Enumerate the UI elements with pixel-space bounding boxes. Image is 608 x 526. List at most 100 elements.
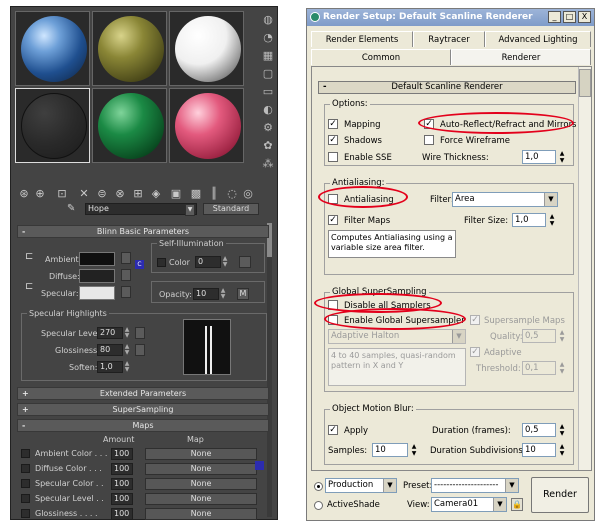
lock-icon[interactable] [255, 461, 264, 470]
sample-type-icon[interactable]: ◍ [261, 13, 275, 27]
scrollbar-track[interactable] [578, 67, 591, 470]
map-slot-button[interactable]: None [145, 478, 257, 490]
map-amount[interactable]: 100 [111, 508, 133, 520]
copy-material-icon[interactable]: ⊜ [95, 187, 109, 201]
spinner-icon[interactable]: ▲ ▼ [558, 423, 566, 437]
put-to-scene-icon[interactable]: ⊕ [33, 187, 47, 201]
chevron-down-icon[interactable]: ▼ [185, 204, 195, 216]
render-button[interactable]: Render [531, 477, 589, 513]
diffuse-map-button[interactable] [121, 269, 131, 281]
spinner-icon[interactable]: ▲ ▼ [558, 329, 566, 343]
options-icon[interactable]: ⚙ [261, 121, 275, 135]
glossiness-value[interactable]: 80 [97, 344, 123, 356]
ambient-swatch[interactable] [79, 252, 115, 266]
threshold-input[interactable]: 0,1 [522, 361, 556, 375]
maximize-button[interactable]: □ [563, 11, 576, 23]
material-slot-1[interactable] [15, 11, 90, 86]
wire-thickness-input[interactable]: 1,0 [522, 150, 556, 164]
material-slot-4[interactable] [15, 88, 90, 163]
map-enable-checkbox[interactable] [21, 449, 30, 458]
rollout-maps[interactable]: - Maps [17, 419, 269, 432]
map-amount[interactable]: 100 [111, 448, 133, 460]
duration-subdivisions-input[interactable]: 10 [522, 443, 556, 457]
lock-icon[interactable]: ⊏ [25, 281, 33, 292]
spinner-icon[interactable]: ▲ ▼ [124, 327, 130, 339]
apply-checkbox[interactable]: ✓ [328, 425, 338, 435]
go-to-parent-icon[interactable]: ║ [207, 187, 221, 201]
map-amount[interactable]: 100 [111, 478, 133, 490]
tab-common[interactable]: Common [311, 49, 451, 65]
spinner-icon[interactable]: ▲ ▼ [558, 443, 566, 457]
video-color-icon[interactable]: ▭ [261, 85, 275, 99]
backlight-icon[interactable]: ◔ [261, 31, 275, 45]
spinner-icon[interactable]: ▲ ▼ [548, 213, 556, 227]
show-end-result-icon[interactable]: ▩ [189, 187, 203, 201]
rollout-supersampling[interactable]: + SuperSampling [17, 403, 269, 416]
material-slot-6[interactable] [169, 88, 244, 163]
specular-level-map-button[interactable] [135, 327, 145, 339]
production-dropdown[interactable]: Production ▼ [325, 478, 397, 493]
specular-map-button[interactable] [121, 286, 131, 298]
chevron-down-icon[interactable]: ▼ [544, 193, 557, 206]
background-icon[interactable]: ▦ [261, 49, 275, 63]
eyedropper-icon[interactable]: ✎ [67, 203, 75, 214]
rollout-blinn-basic[interactable]: - Blinn Basic Parameters [17, 225, 269, 238]
specular-level-value[interactable]: 270 [97, 327, 123, 339]
tab-renderer[interactable]: Renderer [451, 49, 591, 65]
material-navigator-icon[interactable]: ⁂ [261, 157, 275, 171]
spinner-icon[interactable]: ▲ ▼ [410, 443, 418, 457]
pick-material-icon[interactable]: ◎ [241, 187, 255, 201]
rollout-extended[interactable]: + Extended Parameters [17, 387, 269, 400]
shadows-checkbox[interactable]: ✓ [328, 135, 338, 145]
filter-dropdown[interactable]: Area ▼ [452, 192, 558, 207]
force-wireframe-checkbox[interactable] [424, 135, 434, 145]
spinner-icon[interactable]: ▲ ▼ [124, 361, 130, 373]
ambient-map-button[interactable] [121, 252, 131, 264]
assign-material-icon[interactable]: ⊡ [55, 187, 69, 201]
mapping-checkbox[interactable]: ✓ [328, 119, 338, 129]
spinner-icon[interactable]: ▲ ▼ [124, 344, 130, 356]
spinner-icon[interactable]: ▲ ▼ [220, 288, 226, 300]
map-amount[interactable]: 100 [111, 463, 133, 475]
spinner-icon[interactable]: ▲ ▼ [558, 361, 566, 375]
select-by-material-icon[interactable]: ✿ [261, 139, 275, 153]
filter-maps-checkbox[interactable]: ✓ [328, 215, 338, 225]
supersample-maps-checkbox[interactable]: ✓ [470, 315, 480, 325]
lock-color-icon[interactable]: C [135, 260, 144, 269]
map-slot-button[interactable]: None [145, 493, 257, 505]
soften-value[interactable]: 1,0 [97, 361, 123, 373]
production-radio[interactable] [314, 482, 323, 491]
material-slot-3[interactable] [169, 11, 244, 86]
chevron-down-icon[interactable]: ▼ [452, 330, 465, 343]
go-forward-icon[interactable]: ◌ [225, 187, 239, 201]
map-slot-button[interactable]: None [145, 463, 257, 475]
map-enable-checkbox[interactable] [21, 509, 30, 518]
map-enable-checkbox[interactable] [21, 494, 30, 503]
diffuse-swatch[interactable] [79, 269, 115, 283]
chevron-down-icon[interactable]: ▼ [383, 479, 396, 492]
enable-sse-checkbox[interactable] [328, 152, 338, 162]
delete-icon[interactable]: ✕ [77, 187, 91, 201]
put-to-library-icon[interactable]: ⊞ [131, 187, 145, 201]
duration-input[interactable]: 0,5 [522, 423, 556, 437]
samples-input[interactable]: 10 [372, 443, 408, 457]
scrollbar-track[interactable] [267, 223, 272, 517]
close-button[interactable]: X [578, 11, 591, 23]
chevron-down-icon[interactable]: ▼ [493, 498, 506, 511]
map-enable-checkbox[interactable] [21, 479, 30, 488]
spinner-icon[interactable]: ▲ ▼ [222, 256, 228, 268]
lock-icon[interactable]: ⊏ [25, 251, 33, 262]
map-slot-button[interactable]: None [145, 508, 257, 520]
glossiness-map-button[interactable] [135, 344, 145, 356]
adaptive-checkbox[interactable]: ✓ [470, 347, 480, 357]
show-map-icon[interactable]: ▣ [169, 187, 183, 201]
material-name-field[interactable]: Hope [85, 203, 197, 215]
quality-input[interactable]: 0,5 [522, 329, 556, 343]
map-amount[interactable]: 100 [111, 493, 133, 505]
material-slot-5[interactable] [92, 88, 167, 163]
tab-advanced-lighting[interactable]: Advanced Lighting [485, 31, 591, 47]
opacity-map-button[interactable]: M [237, 288, 249, 300]
specular-swatch[interactable] [79, 286, 115, 300]
sampler-dropdown[interactable]: Adaptive Halton ▼ [328, 329, 466, 344]
chevron-down-icon[interactable]: ▼ [505, 479, 518, 492]
